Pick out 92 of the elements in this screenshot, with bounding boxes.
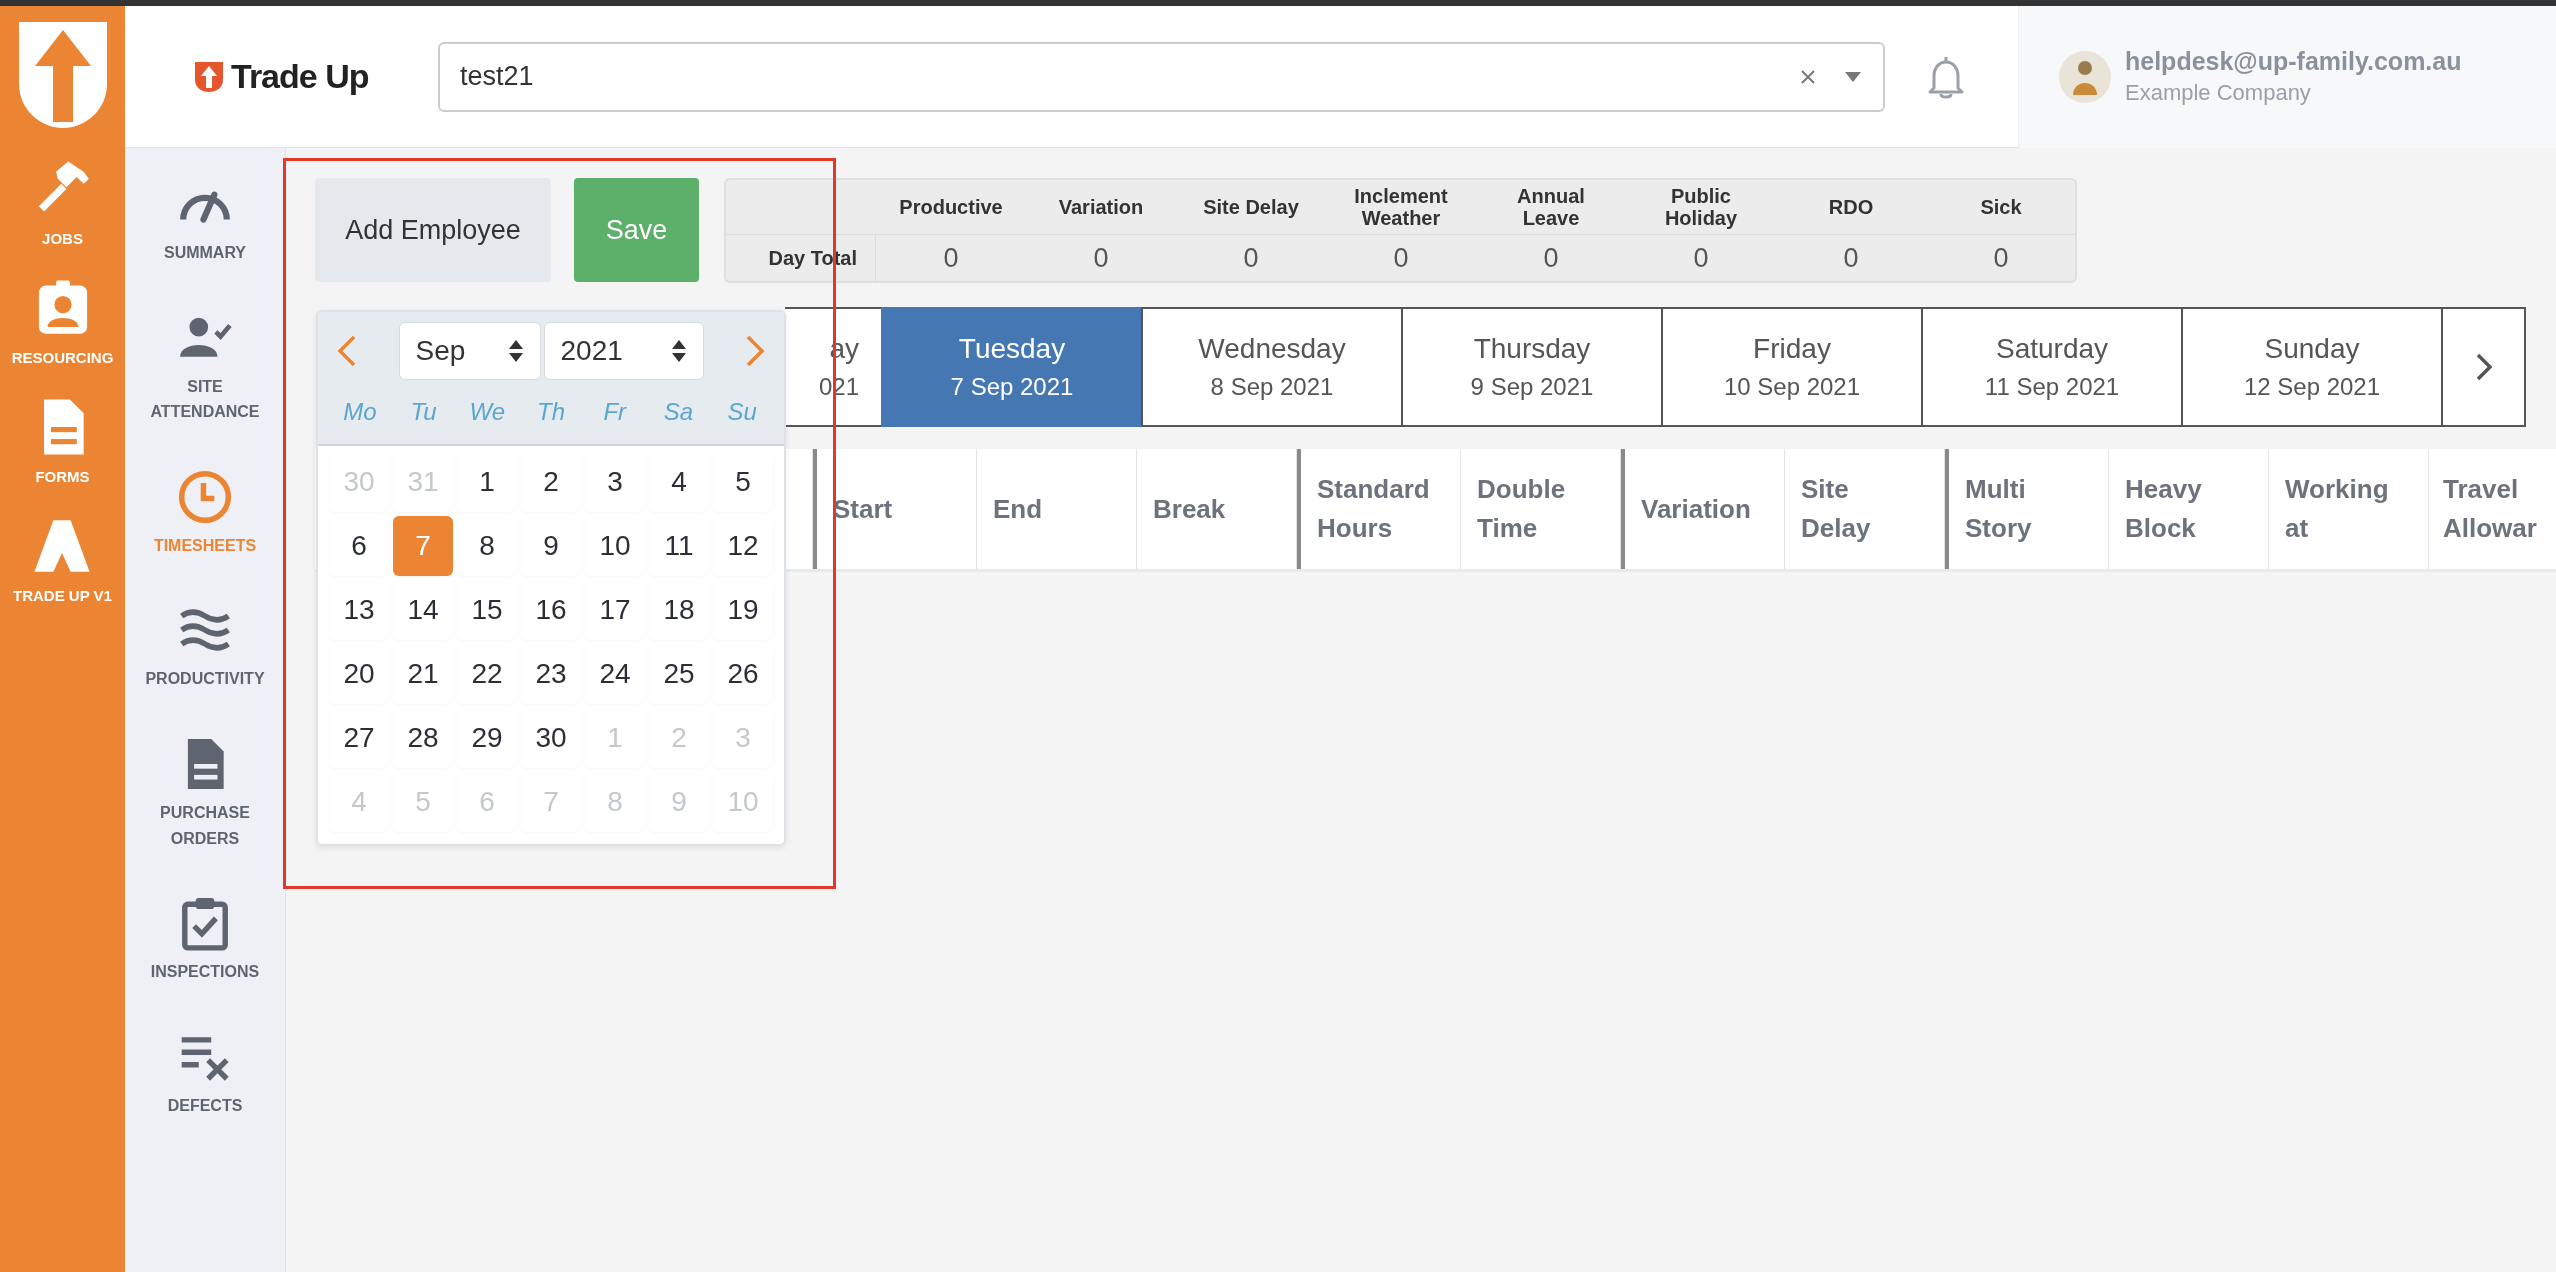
column-header: Double Time: [1461, 449, 1621, 569]
column-header: Site Delay: [1785, 449, 1945, 569]
user-avatar[interactable]: [2059, 50, 2111, 103]
table-cell: 0: [1776, 234, 1926, 281]
sidebar-nav-item[interactable]: PURCHASE ORDERS: [130, 735, 280, 852]
sidebar-nav-item[interactable]: DEFECTS: [130, 1028, 280, 1119]
day-tab[interactable]: Thursday 9 Sep 2021: [1401, 307, 1661, 427]
user-email: helpdesk@up-family.com.au: [2125, 47, 2462, 76]
calendar-day[interactable]: 3: [585, 452, 645, 512]
column-header: Sick: [1979, 195, 2023, 220]
calendar-day[interactable]: 4: [649, 452, 709, 512]
table-cell: 0: [1476, 234, 1626, 281]
table-cell: 0: [1926, 234, 2076, 281]
calendar-day[interactable]: 25: [649, 644, 709, 704]
calendar-day[interactable]: 23: [521, 644, 581, 704]
day-tab[interactable]: Saturday 11 Sep 2021: [1921, 307, 2181, 427]
calendar-day[interactable]: 29: [457, 708, 517, 768]
calendar-day[interactable]: 12: [713, 516, 773, 576]
calendar-day[interactable]: 28: [393, 708, 453, 768]
search-select[interactable]: test21: [438, 41, 1885, 112]
chevron-right-icon: [2474, 352, 2493, 382]
column-header: Working at: [2269, 449, 2429, 569]
table-cell: 0: [1626, 234, 1776, 281]
sidebar-nav-item[interactable]: PRODUCTIVITY: [130, 602, 280, 692]
table-cell: 0: [1326, 234, 1476, 281]
day-tab[interactable]: Sunday 12 Sep 2021: [2181, 307, 2441, 427]
sidebar-nav-item[interactable]: SITE ATTENDANCE: [130, 309, 280, 425]
column-header: Start: [817, 449, 977, 569]
weekday-label: Tu: [409, 398, 438, 426]
calendar-day[interactable]: 27: [329, 708, 389, 768]
calendar-day[interactable]: 15: [457, 580, 517, 640]
column-header: Travel Allowar: [2442, 473, 2538, 545]
calendar-day[interactable]: 6: [329, 516, 389, 576]
weekday-label: We: [468, 398, 507, 426]
company-name: Example Company: [2125, 80, 2312, 106]
weekday-label: Mo: [342, 398, 378, 426]
column-header: Standard Hours: [1301, 449, 1461, 569]
weekday-label: Fr: [602, 398, 628, 426]
weekday-label: Th: [536, 398, 566, 426]
sort-arrows-icon: [507, 339, 524, 363]
calendar-day[interactable]: 10: [585, 516, 645, 576]
calendar-day[interactable]: 19: [713, 580, 773, 640]
calendar-day[interactable]: 8: [457, 516, 517, 576]
clear-icon: [1799, 67, 1817, 86]
caret-down-icon: [1843, 70, 1863, 83]
column-header: Public Holiday: [1663, 184, 1739, 231]
table-cell: 0: [1026, 234, 1176, 281]
column-header: Site Delay: [1202, 195, 1300, 220]
sidebar-nav-item[interactable]: INSPECTIONS: [130, 895, 280, 985]
calendar-day[interactable]: 18: [649, 580, 709, 640]
person-silhouette-icon: [2070, 58, 2100, 95]
column-header: Inclement Weather: [1353, 184, 1449, 231]
calendar-day[interactable]: 11: [649, 516, 709, 576]
column-header: RDO: [1827, 195, 1875, 220]
shield-arrow-logo: [195, 61, 223, 92]
day-tab[interactable]: Wednesday 8 Sep 2021: [1141, 307, 1401, 427]
calendar-day[interactable]: 21: [393, 644, 453, 704]
calendar-day[interactable]: 5: [713, 452, 773, 512]
calendar-day[interactable]: 13: [329, 580, 389, 640]
table-cell: 0: [1176, 234, 1326, 281]
calendar-day[interactable]: 24: [585, 644, 645, 704]
weekday-label: Sa: [662, 398, 695, 426]
calendar-day[interactable]: 22: [457, 644, 517, 704]
month-select[interactable]: Sep: [398, 322, 541, 380]
column-header: Productive: [898, 195, 1004, 220]
column-header: Variation: [1625, 449, 1785, 569]
calendar-day[interactable]: 17: [585, 580, 645, 640]
column-header: Annual Leave: [1516, 184, 1586, 231]
sort-arrows-icon: [670, 339, 687, 363]
column-header: Variation: [1057, 195, 1145, 220]
column-header: Heavy Block: [2109, 449, 2269, 569]
year-select[interactable]: 2021: [543, 322, 704, 380]
table-cell: 0: [876, 234, 1026, 281]
next-week-button[interactable]: [2441, 307, 2526, 427]
day-tab[interactable]: Friday 10 Sep 2021: [1661, 307, 1921, 427]
calendar-day[interactable]: 2: [521, 452, 581, 512]
calendar-day[interactable]: 9: [521, 516, 581, 576]
day-tab[interactable]: Tuesday 7 Sep 2021: [881, 307, 1141, 427]
calendar-day[interactable]: 30: [521, 708, 581, 768]
column-header: Multi Story: [1949, 449, 2109, 569]
column-header: End: [977, 449, 1137, 569]
calendar-day[interactable]: 20: [329, 644, 389, 704]
brand-name: Trade Up: [231, 57, 369, 96]
calendar-day[interactable]: 26: [713, 644, 773, 704]
calendar-day[interactable]: 1: [457, 452, 517, 512]
weekday-label: Su: [726, 398, 758, 426]
column-header: Break: [1137, 449, 1297, 569]
add-employee-button[interactable]: Add Employee: [315, 178, 551, 282]
clock-icon: [177, 468, 233, 525]
calendar-day[interactable]: 14: [393, 580, 453, 640]
sidebar-nav-item[interactable]: SUMMARY: [130, 176, 280, 266]
calendar-day[interactable]: 16: [521, 580, 581, 640]
